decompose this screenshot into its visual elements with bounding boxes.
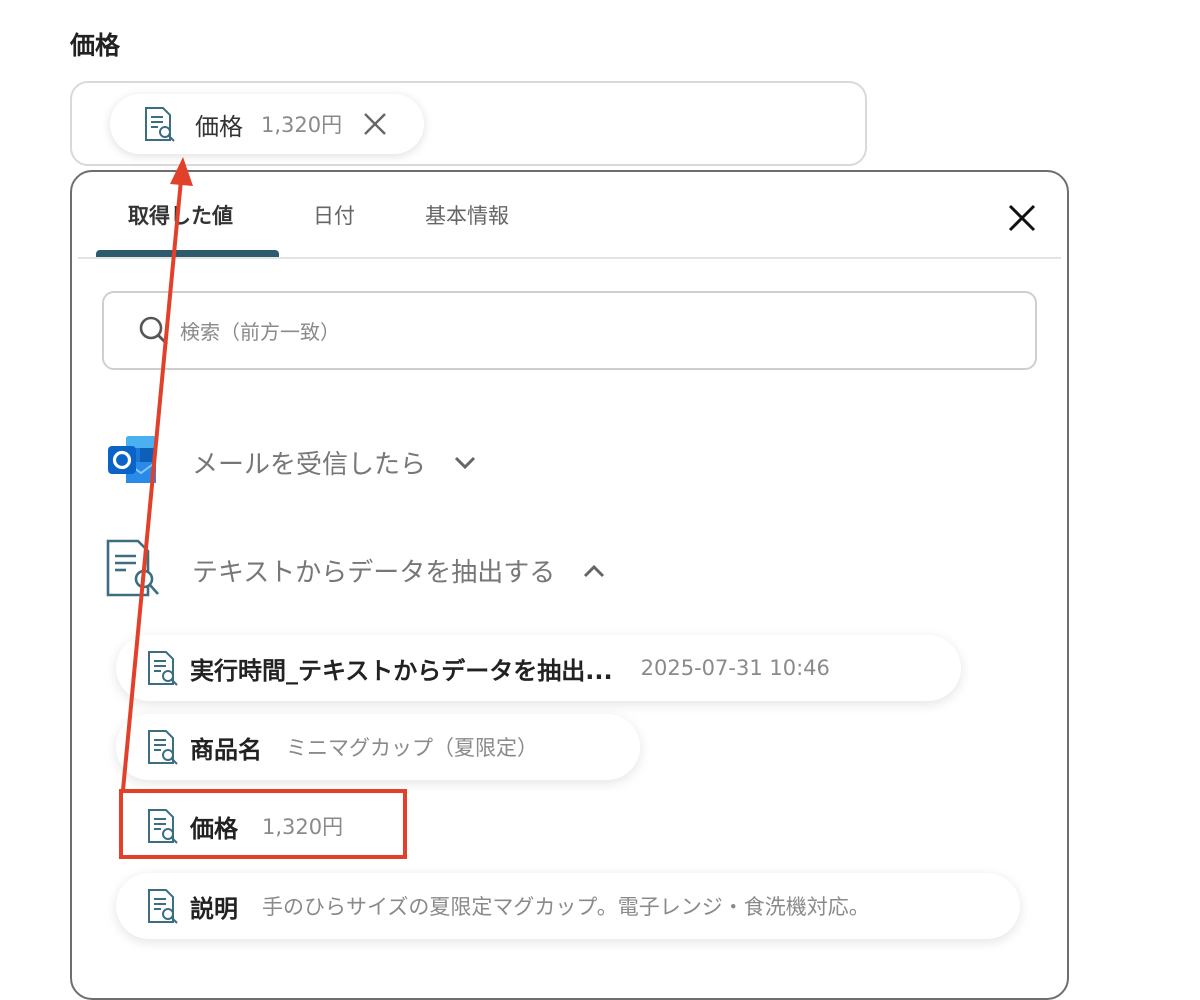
chip-label: 価格 <box>195 112 243 141</box>
list-item[interactable]: 実行時間_テキストからデータを抽出... 2025-07-31 10:46 <box>116 635 961 701</box>
section-text-extraction[interactable]: テキストからデータを抽出する <box>192 552 607 589</box>
doc-search-icon <box>148 889 178 924</box>
list-item[interactable]: 説明 手のひらサイズの夏限定マグカップ。電子レンジ・食洗機対応。 <box>116 873 1020 939</box>
section-email-received[interactable]: メールを受信したら <box>192 444 478 481</box>
search-icon <box>139 316 168 345</box>
tab-divider <box>78 257 1061 259</box>
highlight-box <box>119 789 407 859</box>
item-value: ミニマグカップ（夏限定） <box>286 736 538 760</box>
item-label: 説明 <box>190 894 238 923</box>
doc-search-icon <box>106 539 159 597</box>
remove-chip-icon[interactable] <box>362 111 388 137</box>
item-value: 手のひらサイズの夏限定マグカップ。電子レンジ・食洗機対応。 <box>262 895 870 919</box>
close-icon[interactable] <box>1006 202 1038 234</box>
tab-acquired-values[interactable]: 取得した値 <box>128 200 233 230</box>
doc-search-icon <box>148 651 178 686</box>
chevron-down-icon <box>454 456 476 469</box>
item-label: 商品名 <box>190 735 262 764</box>
doc-search-icon <box>145 107 175 142</box>
tab-date[interactable]: 日付 <box>313 200 355 230</box>
search-placeholder: 検索（前方一致） <box>180 320 340 344</box>
tab-basic-info[interactable]: 基本情報 <box>425 200 509 230</box>
item-label: 実行時間_テキストからデータを抽出... <box>190 656 613 685</box>
search-input[interactable]: 検索（前方一致） <box>102 291 1037 370</box>
field-label: 価格 <box>70 31 121 60</box>
section-title: メールを受信したら <box>192 450 427 480</box>
selected-value-chip[interactable]: 価格 1,320円 <box>110 94 424 154</box>
chip-value: 1,320円 <box>261 113 343 137</box>
list-item[interactable]: 商品名 ミニマグカップ（夏限定） <box>116 714 640 780</box>
active-tab-indicator <box>96 250 279 257</box>
section-title: テキストからデータを抽出する <box>192 558 556 588</box>
item-value: 2025-07-31 10:46 <box>640 656 830 680</box>
doc-search-icon <box>148 730 178 765</box>
outlook-icon <box>108 436 157 483</box>
chevron-up-icon <box>584 564 605 577</box>
